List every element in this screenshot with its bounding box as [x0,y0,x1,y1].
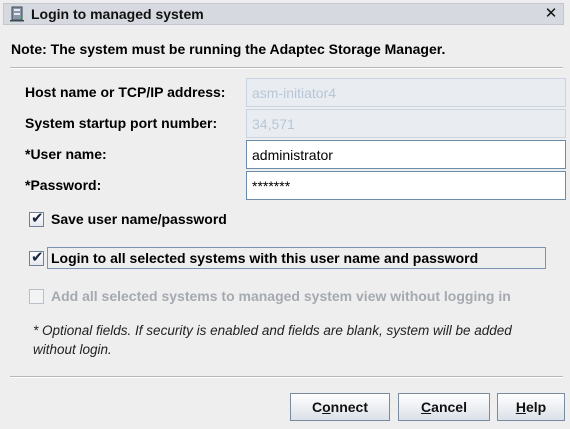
footnote-text: * Optional fields. If security is enable… [33,323,512,357]
login-all-checkbox[interactable]: ✔ [29,249,44,266]
login-all-label: Login to all selected systems with this … [51,250,479,266]
username-field[interactable] [246,140,566,169]
password-field[interactable] [246,171,566,200]
password-label: *Password: [25,177,102,193]
cancel-button[interactable]: Cancel [398,393,490,421]
cancel-mnemonic: C [421,399,432,415]
host-field [246,78,566,107]
save-credentials-checkbox[interactable]: ✔ [29,210,44,227]
cancel-label-end: ancel [431,399,467,415]
port-field [246,109,566,138]
bottom-divider [10,376,563,378]
connect-label-start: C [311,399,323,415]
server-icon [10,6,24,22]
help-mnemonic: H [515,399,526,415]
connect-label-end: nnect [330,399,369,415]
connect-mnemonic: o [322,399,331,415]
title-bar[interactable]: Login to managed system ✕ [3,3,564,25]
port-label: System startup port number: [25,115,218,131]
host-label: Host name or TCP/IP address: [25,84,226,100]
add-all-label: Add all selected systems to managed syst… [51,288,511,304]
close-button[interactable]: ✕ [543,6,559,22]
dialog-title: Login to managed system [31,6,204,22]
help-label-end: elp [525,399,547,415]
note-text: Note: The system must be running the Ada… [11,41,446,57]
help-button[interactable]: Help [497,393,565,421]
user-label: *User name: [25,146,107,162]
save-credentials-label: Save user name/password [51,211,227,227]
connect-button[interactable]: Connect [290,393,390,421]
add-all-checkbox [29,289,44,304]
checkmark-icon: ✔ [31,210,44,227]
login-dialog: Login to managed system ✕ Note: The syst… [0,0,570,429]
top-divider [10,67,563,69]
checkmark-icon: ✔ [31,249,44,266]
